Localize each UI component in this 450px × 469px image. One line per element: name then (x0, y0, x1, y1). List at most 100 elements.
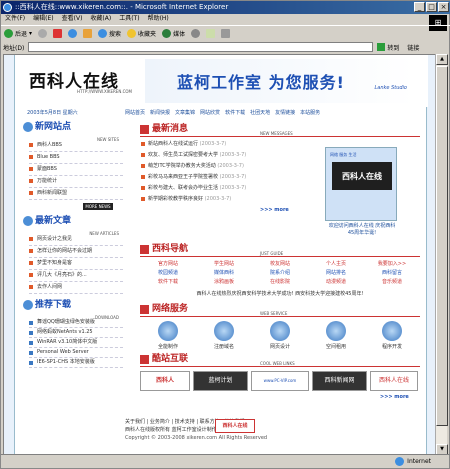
news-item[interactable]: 新站西科人在线试运行 (2003-3-7) (140, 139, 300, 150)
guide-link[interactable]: 学生网站 (196, 260, 252, 269)
mail-button[interactable] (206, 28, 216, 38)
guide-link[interactable]: 网站排名 (308, 269, 364, 278)
news-item[interactable]: 彩校与建大、联考会办毕业生活 (2003-3-7) (140, 183, 300, 194)
nav-home[interactable]: 网站首页 (125, 109, 145, 119)
news-item[interactable]: 欢友、师生员工试探密要考大学 (2003-3-7) (140, 150, 300, 161)
menu-file[interactable]: 文件(F) (5, 14, 25, 24)
service-full-production[interactable]: 全能制作 (148, 321, 188, 350)
forward-button[interactable] (38, 28, 48, 38)
minimize-button[interactable]: _ (414, 2, 425, 12)
guide-link[interactable]: 音乐频道 (364, 278, 420, 287)
guide-link[interactable]: 我要加入>> (364, 260, 420, 269)
footer-links[interactable]: 关于我们 | 业务简介 | 技术支持 | 联系方法 | 链接我们 (125, 418, 425, 426)
news-heading: 最新消息 NEW MESSAGES (140, 123, 420, 137)
list-item[interactable]: 万能统计 (29, 176, 123, 188)
site-logo-url: HTTP://WWW.XIKEREN.COM (77, 89, 132, 94)
friend-link[interactable]: www.PC-VIP.com (251, 371, 309, 391)
guide-link[interactable]: 媒体西科 (196, 269, 252, 278)
favorites-button[interactable]: 收藏夹 (127, 28, 156, 38)
list-item[interactable]: 怎样让你的网站不会过期 (29, 246, 123, 258)
menu-tools[interactable]: 工具(T) (119, 14, 139, 24)
news-item[interactable]: 萌芝ITC学院举办教务大奖活动 (2003-3-7) (140, 161, 300, 172)
service-programming[interactable]: 程序开发 (372, 321, 412, 350)
promo-box[interactable]: 网络 服务 生活 西科人在线 (325, 147, 397, 221)
news-item[interactable]: 彩校马马来西亚王子学院签署校 (2003-3-7) (140, 172, 300, 183)
maximize-button[interactable]: □ (426, 2, 437, 12)
banner[interactable]: 蓝柯工作室 为您服务! Lanke Studio (145, 59, 415, 103)
promo-caption: 欢迎访问西科人在线 庆祝西科45周年华诞! (328, 223, 396, 236)
refresh-button[interactable] (68, 28, 78, 38)
stop-button[interactable] (53, 28, 63, 38)
more-news-button[interactable]: MORE NEWS (83, 203, 113, 210)
scroll-up-arrow-icon[interactable]: ▲ (436, 54, 448, 65)
guide-link[interactable]: 院系介绍 (252, 269, 308, 278)
list-item[interactable]: 梦里不知身是客 (29, 258, 123, 270)
news-item[interactable]: 新学期彩校教学秩序良好 (2003-3-7) (140, 194, 300, 205)
home-button[interactable] (83, 28, 93, 38)
list-item[interactable]: 网络蚂蚁NetAnts v1.25 (29, 328, 123, 338)
scroll-thumb[interactable] (436, 66, 448, 426)
guide-link[interactable]: 校园频道 (140, 269, 196, 278)
security-zone: Internet (395, 457, 431, 466)
links-button[interactable]: 链接 (407, 43, 419, 52)
friend-link[interactable]: 西科人 (140, 371, 190, 391)
list-item[interactable]: 西科人BBS (29, 140, 123, 152)
list-item[interactable]: 蒙面BBS (29, 164, 123, 176)
service-domain[interactable]: 注册域名 (204, 321, 244, 350)
history-button[interactable] (191, 28, 201, 38)
link-icon (140, 355, 149, 364)
guide-link[interactable]: 在线影院 (252, 278, 308, 287)
list-item[interactable]: IE6-SP1-CHS 本地安装版 (29, 358, 123, 368)
nav-links[interactable]: 友情链接 (275, 109, 295, 119)
guide-link[interactable]: 软件下载 (140, 278, 196, 287)
nav-clubs[interactable]: 社团天地 (250, 109, 270, 119)
guide-link[interactable]: 个人主页 (308, 260, 364, 269)
list-item[interactable]: 网页设计之我见 (29, 234, 123, 246)
guide-link[interactable]: 官方网站 (140, 260, 196, 269)
search-button[interactable]: 搜索 (98, 28, 121, 38)
back-button[interactable]: 后退 ▾ (4, 28, 32, 38)
menu-help[interactable]: 帮助(H) (148, 14, 169, 24)
service-icon (382, 321, 402, 341)
page-viewport: 西科人在线 HTTP://WWW.XIKEREN.COM 蓝柯工作室 为您服务!… (3, 54, 437, 455)
list-item[interactable]: Blue BBS (29, 152, 123, 164)
news-list: 新站西科人在线试运行 (2003-3-7) 欢友、师生员工试探密要考大学 (20… (140, 139, 300, 205)
news-icon (140, 125, 149, 134)
vertical-scrollbar[interactable]: ▲ ▼ (435, 54, 448, 455)
nav-downloads[interactable]: 软件下载 (225, 109, 245, 119)
list-item[interactable]: 评几大《月亮石》的... (29, 270, 123, 282)
close-button[interactable]: × (438, 2, 449, 12)
go-arrow-icon (377, 43, 386, 51)
address-input[interactable] (28, 42, 374, 52)
footer-logo[interactable]: 西科人在线 (215, 419, 255, 433)
friends-more-link[interactable]: >>> more (380, 394, 420, 400)
list-item[interactable]: Personal Web Server (29, 348, 123, 358)
menu-edit[interactable]: 编辑(E) (33, 14, 53, 24)
service-icon (140, 305, 149, 314)
list-item[interactable]: WinRAR v3.10简体中文版 (29, 338, 123, 348)
media-button[interactable]: 媒体 (162, 28, 185, 38)
list-item[interactable]: 舞谣QQ珊瑚虫绿色安装版 (29, 318, 123, 328)
friend-link[interactable]: 西科人在线 (370, 371, 418, 391)
guide-link[interactable]: 涂鸦画板 (196, 278, 252, 287)
menu-view[interactable]: 查看(V) (62, 14, 83, 24)
site-header: 西科人在线 HTTP://WWW.XIKEREN.COM 蓝柯工作室 为您服务!… (15, 55, 428, 107)
list-item[interactable]: 去作人间网 (29, 282, 123, 294)
nav-services[interactable]: 本站服务 (300, 109, 320, 119)
nav-sites[interactable]: 网站欣赏 (200, 109, 220, 119)
friend-link[interactable]: 蓝柯计划 (193, 371, 248, 391)
guide-link[interactable]: 西科留言 (364, 269, 420, 278)
nav-news[interactable]: 新闻快报 (150, 109, 170, 119)
guide-link[interactable]: 动漫频道 (308, 278, 364, 287)
back-arrow-icon (4, 28, 13, 38)
guide-link[interactable]: 校友网站 (252, 260, 308, 269)
service-web-design[interactable]: 网页设计 (260, 321, 300, 350)
print-button[interactable] (221, 28, 231, 38)
service-hosting[interactable]: 空间租用 (316, 321, 356, 350)
list-item[interactable]: 西科新闻联盟 (29, 188, 123, 200)
nav-articles[interactable]: 文章集锦 (175, 109, 195, 119)
friend-link[interactable]: 西科新闻网 (312, 371, 367, 391)
go-button[interactable]: 转到 (377, 43, 399, 52)
service-icon (214, 321, 234, 341)
menu-favorites[interactable]: 收藏(A) (90, 14, 111, 24)
